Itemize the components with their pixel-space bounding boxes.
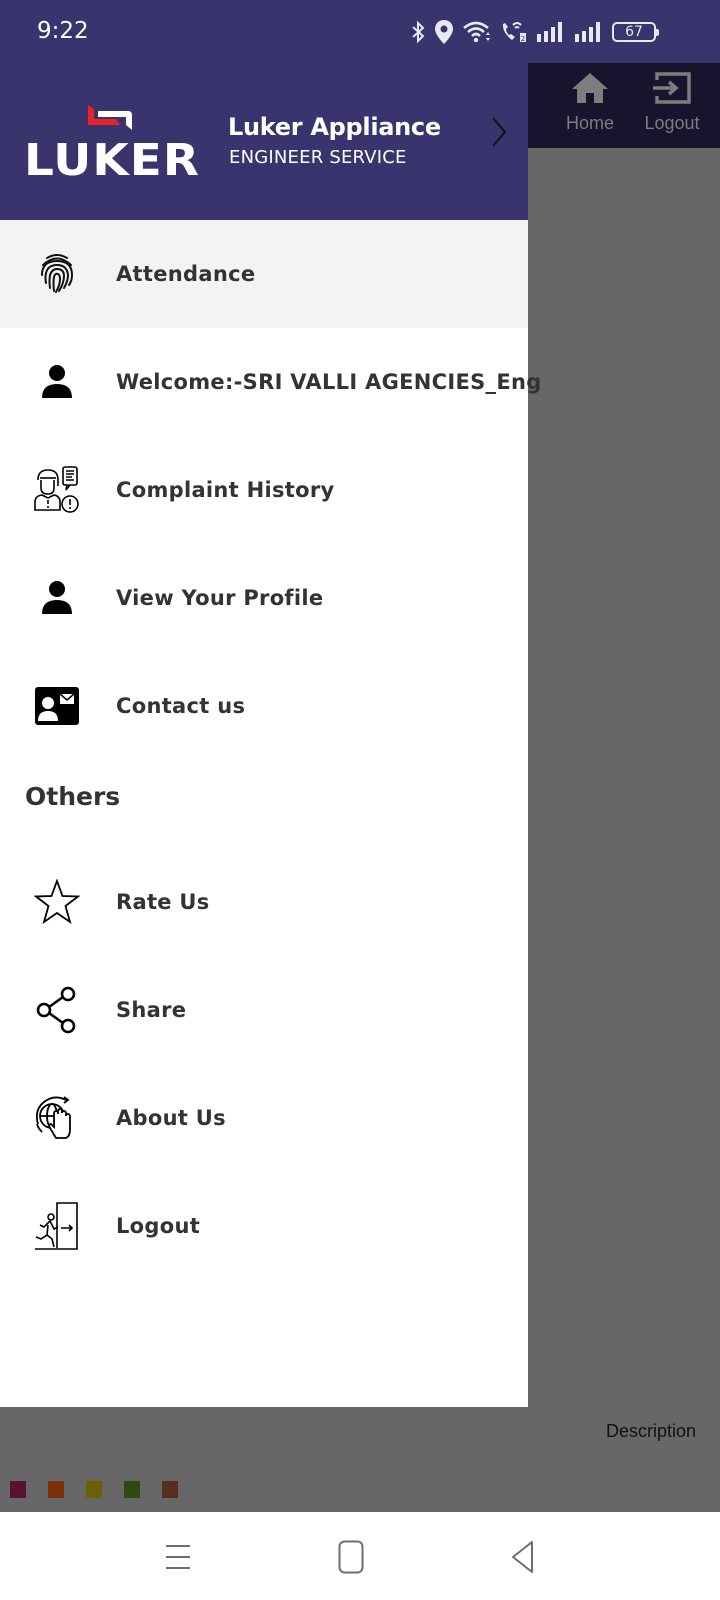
person-icon [34, 575, 80, 621]
color-swatch[interactable] [48, 1481, 64, 1498]
back-triangle-icon [512, 1541, 533, 1573]
menu-item-attendance[interactable]: Attendance [0, 220, 528, 328]
fingerprint-icon [34, 251, 80, 297]
drawer-header[interactable]: LUKER Luker Appliance ENGINEER SERVICE [0, 63, 528, 220]
exit-door-icon [34, 1202, 80, 1250]
chevron-right-icon[interactable] [490, 116, 508, 148]
menu-item-view-profile[interactable]: View Your Profile [0, 544, 528, 652]
bluetooth-icon [412, 20, 425, 44]
color-swatch[interactable] [124, 1481, 140, 1498]
home-icon [572, 73, 608, 103]
menu-label: About Us [116, 1106, 226, 1130]
menu-item-contact-us[interactable]: Contact us [0, 652, 528, 760]
signal-icon [575, 22, 600, 42]
complaint-icon [34, 466, 80, 513]
logout-toolbar-button[interactable]: Logout [632, 67, 712, 134]
color-swatches [10, 1481, 178, 1498]
menu-item-share[interactable]: Share [0, 956, 528, 1064]
svg-text:2: 2 [521, 35, 525, 43]
logout-toolbar-label: Logout [644, 113, 700, 133]
navigation-drawer: LUKER Luker Appliance ENGINEER SERVICE A… [0, 63, 541, 1407]
menu-item-welcome[interactable]: Welcome:-SRI VALLI AGENCIES_Eng [0, 328, 541, 436]
menu-label: Welcome:-SRI VALLI AGENCIES_Eng [116, 370, 542, 394]
status-icons: 2 67 [410, 18, 659, 46]
menu-label: Rate Us [116, 890, 210, 914]
color-swatch[interactable] [86, 1481, 102, 1498]
home-toolbar-label: Home [565, 113, 614, 133]
color-swatch[interactable] [10, 1481, 26, 1498]
status-bar: 9:22 2 67 [0, 0, 720, 63]
person-icon [34, 359, 80, 405]
system-nav-bar [0, 1512, 720, 1600]
logout-icon [653, 72, 691, 104]
wifi-icon [463, 21, 490, 43]
home-toolbar-button[interactable]: Home [550, 67, 630, 134]
menu-item-complaint-history[interactable]: Complaint History [0, 436, 528, 544]
menu-lines-icon [166, 1545, 190, 1569]
back-button[interactable] [503, 1540, 543, 1574]
menu-label: Logout [116, 1214, 201, 1238]
menu-label: View Your Profile [116, 586, 324, 610]
menu-item-logout[interactable]: Logout [0, 1172, 528, 1280]
contact-card-icon [34, 683, 80, 729]
globe-hand-icon [34, 1095, 80, 1141]
menu-label: Share [116, 998, 187, 1022]
signal-icon [537, 22, 562, 42]
luker-logo: LUKER [24, 105, 200, 181]
color-swatch[interactable] [162, 1481, 178, 1498]
star-icon [34, 879, 80, 925]
others-section-title: Others [25, 782, 121, 811]
menu-label: Complaint History [116, 478, 335, 502]
location-icon [435, 20, 453, 44]
description-label: Description [605, 1421, 696, 1441]
battery-icon: 67 [612, 22, 659, 42]
share-icon [34, 986, 80, 1034]
header-subtitle: ENGINEER SERVICE [229, 147, 407, 168]
recents-button[interactable] [158, 1540, 198, 1574]
header-title: Luker Appliance [228, 113, 441, 141]
menu-item-about-us[interactable]: About Us [0, 1064, 528, 1172]
wifi-calling-icon: 2 [502, 22, 526, 43]
menu-item-rate-us[interactable]: Rate Us [0, 848, 528, 956]
app-toolbar: Home Logout [528, 63, 720, 148]
square-icon [338, 1540, 364, 1574]
home-button[interactable] [331, 1540, 371, 1574]
status-time: 9:22 [37, 18, 89, 44]
svg-text:LUKER: LUKER [24, 135, 200, 181]
menu-label: Contact us [116, 694, 246, 718]
menu-label: Attendance [116, 262, 256, 286]
